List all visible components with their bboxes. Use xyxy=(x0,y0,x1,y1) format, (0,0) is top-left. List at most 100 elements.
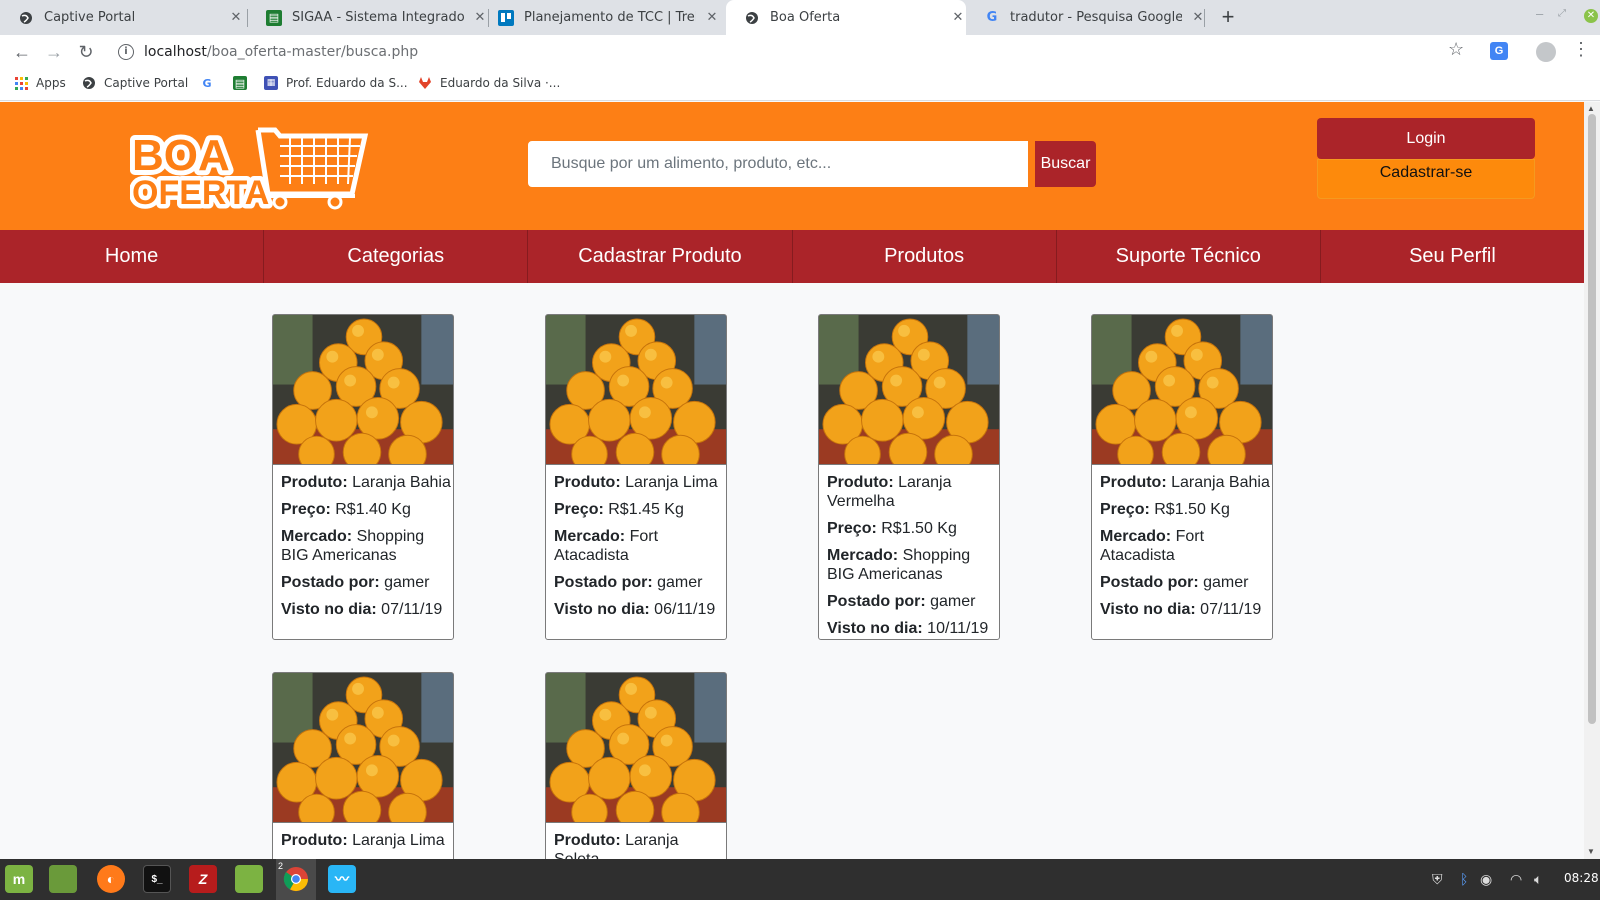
filezilla-icon[interactable]: Z xyxy=(189,865,217,893)
product-market-label: Mercado: xyxy=(281,528,353,545)
scroll-down-icon[interactable]: ▼ xyxy=(1587,847,1595,856)
product-price-value: R$1.50 Kg xyxy=(881,520,957,537)
register-button[interactable]: Cadastrar-se xyxy=(1317,160,1535,186)
bookmarks-bar: Apps Captive Portal G ▤ ▦ Prof. Eduardo … xyxy=(0,69,1600,101)
firefox-icon[interactable]: ◐ xyxy=(97,865,125,893)
url-path: /boa_oferta-master/busca.php xyxy=(206,44,419,60)
product-card[interactable]: Produto: Laranja Lima Preço: R$1.45 Kg Mer… xyxy=(545,314,727,640)
tab-trello[interactable]: Planejamento de TCC | Trello ✕ xyxy=(480,0,720,35)
tab-boa-oferta[interactable]: Boa Oferta ✕ xyxy=(726,0,966,35)
globe-icon xyxy=(82,76,96,90)
bookmark-captive-portal[interactable]: Captive Portal xyxy=(82,76,188,90)
product-card[interactable]: Produto: Laranja Lima xyxy=(272,672,454,859)
reload-icon[interactable]: ↻ xyxy=(74,40,98,64)
tab-sigaa[interactable]: ▤ SIGAA - Sistema Integrado de Gestão ✕ xyxy=(248,0,488,35)
nav-categorias[interactable]: Categorias xyxy=(264,230,529,283)
product-name: Produto: Laranja Bahia xyxy=(281,473,453,492)
volume-icon[interactable]: 🔈︎ xyxy=(1534,871,1542,888)
back-icon[interactable]: ← xyxy=(10,40,34,64)
new-tab-button[interactable]: + xyxy=(1216,4,1240,30)
product-name-value: Laranja Bahia xyxy=(1171,474,1270,491)
product-card[interactable]: Produto: Laranja Vermelha Preço: R$1.50 K… xyxy=(818,314,1000,640)
tab-google[interactable]: G tradutor - Pesquisa Google ✕ xyxy=(966,0,1206,35)
product-photo xyxy=(273,315,453,465)
nav-produtos[interactable]: Produtos xyxy=(793,230,1057,283)
show-desktop-icon[interactable] xyxy=(49,865,77,893)
os-taskbar: m ◐ $_ Z 2 〰 ⛨ ᛒ ◉ ◠ 🔈︎ 08:28 xyxy=(0,859,1600,900)
files-icon[interactable] xyxy=(235,865,263,893)
trello-icon xyxy=(498,9,514,26)
terminal-icon[interactable]: $_ xyxy=(143,865,171,893)
nav-suporte-tecnico[interactable]: Suporte Técnico xyxy=(1057,230,1321,283)
product-info: Produto: Laranja Bahia Preço: R$1.40 Kg Me… xyxy=(273,465,453,619)
login-button[interactable]: Login xyxy=(1317,118,1535,159)
bluetooth-icon[interactable]: ᛒ xyxy=(1460,871,1468,887)
scroll-up-icon[interactable]: ▲ xyxy=(1587,104,1595,113)
product-seen-on-value: 07/11/19 xyxy=(381,601,443,618)
nav-seu-perfil[interactable]: Seu Perfil xyxy=(1321,230,1584,283)
product-seen-on-label: Visto no dia: xyxy=(827,620,923,637)
eye-icon[interactable]: ◉ xyxy=(1480,871,1492,888)
menu-icon[interactable]: ⋮ xyxy=(1572,39,1590,60)
star-icon[interactable]: ☆ xyxy=(1448,39,1464,60)
minimize-icon[interactable]: – xyxy=(1536,6,1543,21)
bookmark-prof-eduardo[interactable]: ▦ Prof. Eduardo da S... xyxy=(264,76,408,90)
close-icon[interactable]: ✕ xyxy=(950,10,966,25)
close-icon[interactable]: ✕ xyxy=(704,10,720,25)
forward-icon[interactable]: → xyxy=(42,40,66,64)
product-posted-by-value: gamer xyxy=(1203,574,1249,591)
product-price-label: Preço: xyxy=(827,520,877,537)
browser-toolbar: ← → ↻ i localhost/boa_oferta-master/busc… xyxy=(0,35,1600,69)
translate-icon[interactable]: G xyxy=(1490,42,1508,60)
browser-tab-bar: Captive Portal ✕ ▤ SIGAA - Sistema Integ… xyxy=(0,0,1600,35)
product-card[interactable]: Produto: Laranja Seleta xyxy=(545,672,727,859)
maximize-icon[interactable]: ⤢ xyxy=(1558,8,1566,19)
profile-icon[interactable] xyxy=(1536,42,1556,62)
shield-icon[interactable]: ⛨ xyxy=(1432,871,1443,888)
product-card[interactable]: Produto: Laranja Bahia Preço: R$1.50 Kg Me… xyxy=(1091,314,1273,640)
product-price: Preço: R$1.50 Kg xyxy=(1100,500,1272,519)
close-icon[interactable]: ✕ xyxy=(228,10,244,25)
product-name: Produto: Laranja Lima xyxy=(281,831,453,850)
product-price-label: Preço: xyxy=(1100,501,1150,518)
info-icon[interactable]: i xyxy=(118,44,134,60)
product-posted-by-value: gamer xyxy=(384,574,430,591)
address-bar[interactable]: i localhost/boa_oferta-master/busca.php xyxy=(108,37,1474,67)
tab-captive-portal[interactable]: Captive Portal ✕ xyxy=(0,0,244,35)
product-posted-by: Postado por: gamer xyxy=(281,573,453,592)
wifi-icon[interactable]: ◠ xyxy=(1510,871,1522,888)
scroll-thumb[interactable] xyxy=(1588,114,1596,724)
boa-oferta-logo[interactable]: BOA BOA OFERTA OFERTA xyxy=(130,124,370,210)
system-monitor-icon[interactable]: 〰 xyxy=(328,865,356,893)
search-button[interactable]: Buscar xyxy=(1035,141,1096,187)
product-card[interactable]: Produto: Laranja Bahia Preço: R$1.40 Kg Me… xyxy=(272,314,454,640)
search-input[interactable]: Busque por um alimento, produto, etc... xyxy=(528,141,1028,187)
product-seen-on: Visto no dia: 06/11/19 xyxy=(554,600,726,619)
window-close-icon[interactable]: ✕ xyxy=(1584,9,1598,23)
bookmark-gitlab[interactable]: Eduardo da Silva ·... xyxy=(418,76,560,90)
bookmark-label: Eduardo da Silva ·... xyxy=(440,76,561,90)
product-name-value: Laranja Bahia xyxy=(352,474,451,491)
tab-label: SIGAA - Sistema Integrado de Gestão xyxy=(292,10,464,25)
product-photo xyxy=(819,315,999,465)
product-info: Produto: Laranja Lima Preço: R$1.45 Kg Mer… xyxy=(546,465,726,619)
product-price: Preço: R$1.40 Kg xyxy=(281,500,453,519)
nav-home[interactable]: Home xyxy=(0,230,265,283)
product-price: Preço: R$1.50 Kg xyxy=(827,519,999,538)
mint-menu-icon[interactable]: m xyxy=(5,865,33,893)
bookmark-apps[interactable]: Apps xyxy=(14,76,66,90)
product-seen-on-value: 06/11/19 xyxy=(654,601,716,618)
product-posted-by-value: gamer xyxy=(657,574,703,591)
apps-icon xyxy=(14,76,28,90)
product-price: Preço: R$1.45 Kg xyxy=(554,500,726,519)
google-icon: G xyxy=(202,76,212,90)
page-scrollbar[interactable]: ▲ ▼ xyxy=(1584,102,1600,859)
bookmark-google[interactable]: G xyxy=(200,76,222,90)
google-icon: G xyxy=(986,10,998,25)
product-market: Mercado: Shopping BIG Americanas xyxy=(281,527,453,565)
nav-cadastrar-produto[interactable]: Cadastrar Produto xyxy=(528,230,793,283)
chrome-icon[interactable] xyxy=(282,865,310,893)
bookmark-sigaa[interactable]: ▤ xyxy=(233,76,255,90)
product-info: Produto: Laranja Bahia Preço: R$1.50 Kg Me… xyxy=(1092,465,1272,619)
url-host: localhost xyxy=(144,44,207,60)
